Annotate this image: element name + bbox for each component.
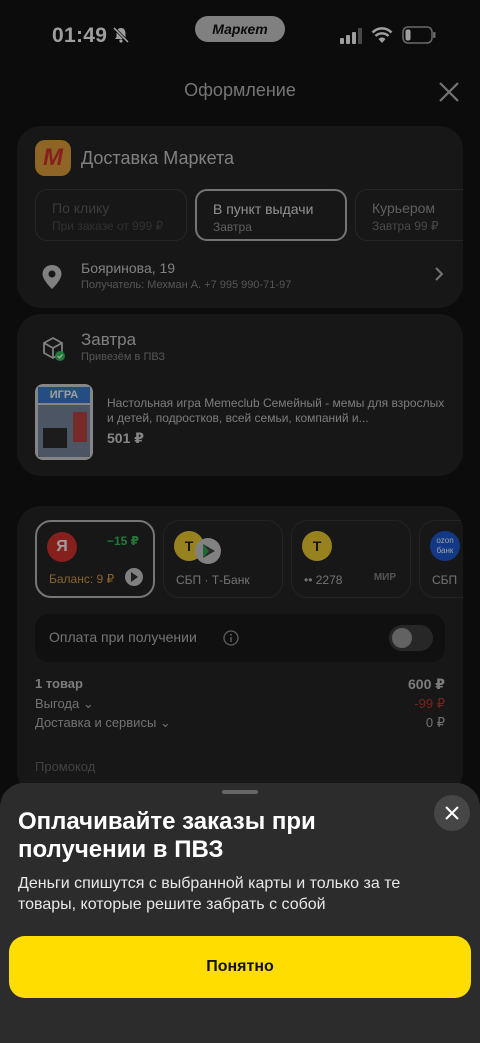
bottom-sheet: Оплачивайте заказы при получении в ПВЗ Д… [0, 783, 480, 1043]
understood-button[interactable]: Понятно [9, 936, 471, 998]
sheet-title: Оплачивайте заказы при получении в ПВЗ [18, 808, 316, 863]
sheet-description: Деньги спишутся с выбранной карты и толь… [18, 875, 401, 913]
sheet-close-button[interactable] [434, 795, 470, 831]
close-icon [445, 806, 459, 820]
sheet-drag-handle[interactable] [222, 790, 258, 794]
